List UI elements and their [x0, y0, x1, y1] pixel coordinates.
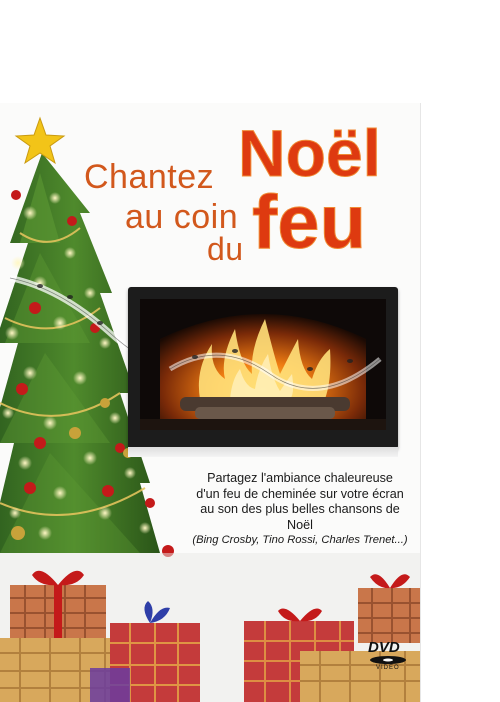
description-line-3: au son des plus belles chansons de Noël [200, 502, 400, 532]
disc-icon [370, 656, 406, 664]
title-line-1: Chantez [84, 158, 215, 196]
tv-stand [128, 447, 398, 457]
gift-boxes-illustration [0, 553, 420, 702]
title-feu: feu [252, 180, 367, 266]
star-icon [14, 116, 66, 165]
title-line-3: du [207, 231, 244, 267]
tv-screen-frame [128, 287, 398, 449]
description-line-1: Partagez l'ambiance chaleureuse [207, 471, 393, 485]
video-logo-text: VIDEO [376, 665, 400, 671]
dvd-cover: Chantez au coin du Noël feu Partagez l'a… [0, 103, 420, 702]
description-artists: (Bing Crosby, Tino Rossi, Charles Trenet… [192, 534, 408, 546]
fireplace-image [140, 299, 386, 430]
dvd-video-logo: DVD VIDEO [368, 639, 414, 675]
description: Partagez l'ambiance chaleureuse d'un feu… [186, 471, 414, 549]
dvd-logo-text: DVD [368, 639, 400, 656]
description-line-2: d'un feu de cheminée sur votre écran [196, 486, 404, 501]
